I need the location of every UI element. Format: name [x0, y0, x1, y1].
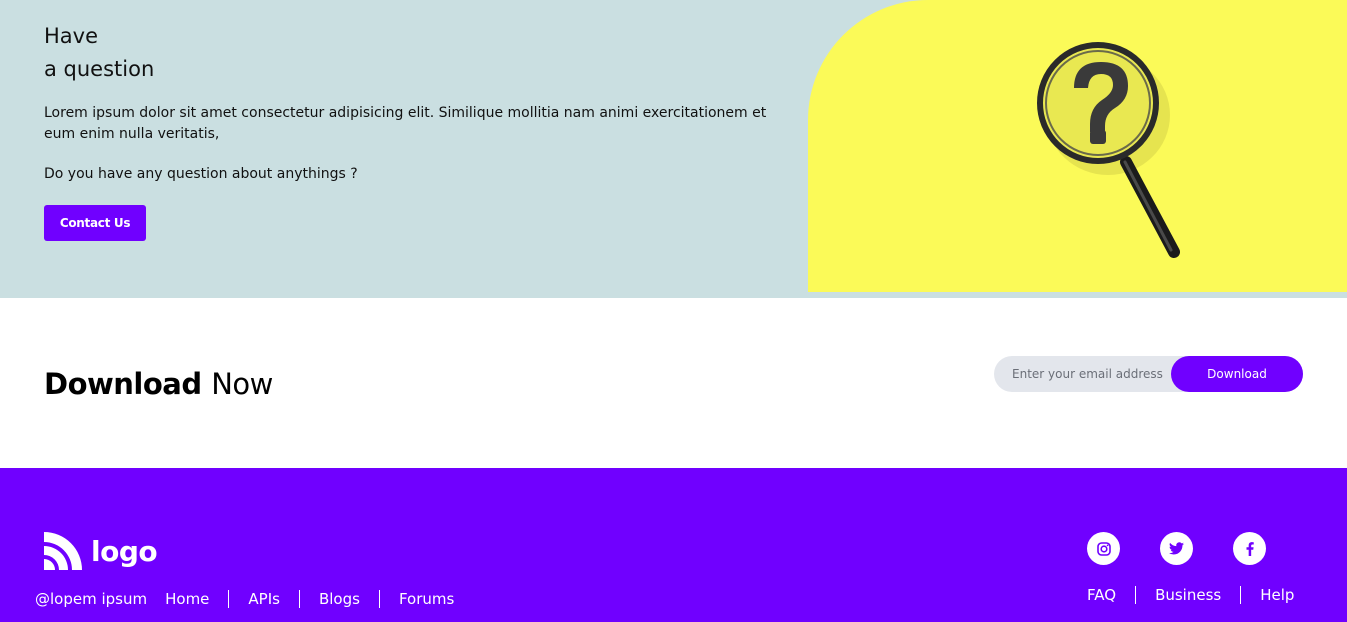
footer-right-nav: FAQ Business Help: [1087, 586, 1294, 604]
copyright: @lopem ipsum: [35, 590, 148, 608]
question-title-line1: Have: [44, 24, 99, 48]
question-paragraph: Lorem ipsum dolor sit amet consectetur a…: [44, 105, 767, 142]
email-input[interactable]: [1012, 356, 1172, 392]
question-ask: Do you have any question about anythings…: [44, 166, 358, 182]
footer-link-business[interactable]: Business: [1135, 586, 1240, 604]
question-title-line2: a question: [44, 57, 155, 81]
social-links: [1087, 532, 1266, 565]
rss-icon: [44, 532, 82, 570]
download-title-light: Now: [211, 367, 273, 401]
download-title: Download Now: [44, 364, 273, 404]
email-form: Download: [994, 356, 1303, 392]
footer-link-faq[interactable]: FAQ: [1087, 586, 1135, 604]
logo[interactable]: logo: [44, 532, 158, 570]
twitter-icon: [1169, 542, 1184, 555]
contact-us-button[interactable]: Contact Us: [44, 205, 146, 241]
instagram-button[interactable]: [1087, 532, 1120, 565]
twitter-button[interactable]: [1160, 532, 1193, 565]
footer-link-forums[interactable]: Forums: [378, 590, 473, 608]
footer: logo @lopem ipsum Home APIs Blogs Forums: [0, 468, 1347, 622]
download-section: Download Now Download: [0, 298, 1347, 468]
logo-text: logo: [91, 534, 158, 568]
footer-left-nav: @lopem ipsum Home APIs Blogs Forums: [35, 590, 473, 608]
instagram-icon: [1096, 541, 1111, 556]
footer-link-help[interactable]: Help: [1240, 586, 1294, 604]
question-title: Have a question: [44, 20, 154, 86]
download-button[interactable]: Download: [1171, 356, 1303, 392]
footer-link-home[interactable]: Home: [165, 590, 228, 608]
download-title-bold: Download: [44, 367, 202, 401]
question-section: Have a question Lorem ipsum dolor sit am…: [0, 0, 1347, 298]
magnifying-glass-image: [808, 0, 1347, 292]
facebook-button[interactable]: [1233, 532, 1266, 565]
footer-link-apis[interactable]: APIs: [228, 590, 299, 608]
magnifying-glass-question-icon: [1037, 42, 1180, 258]
facebook-icon: [1246, 541, 1254, 556]
footer-link-blogs[interactable]: Blogs: [298, 590, 379, 608]
